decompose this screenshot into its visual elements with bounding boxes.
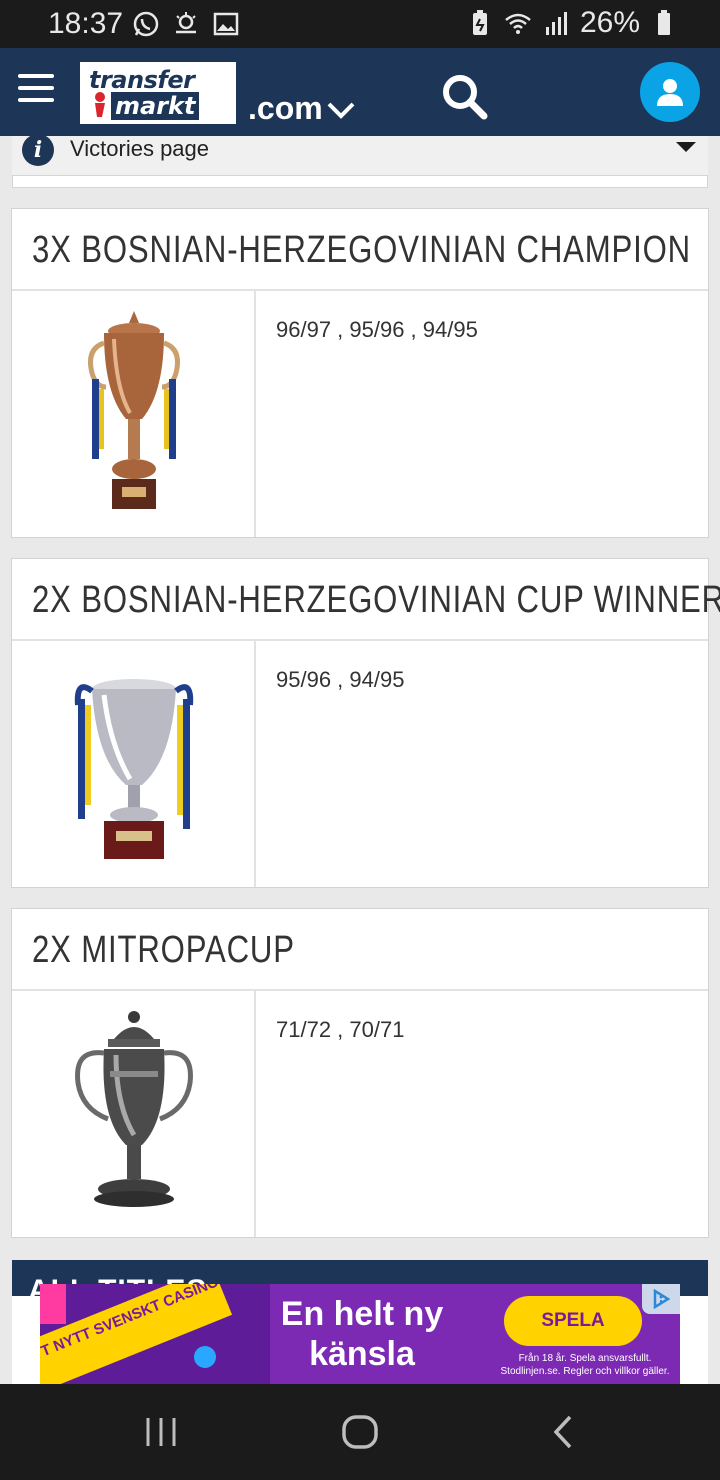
ad-ball-icon	[194, 1346, 216, 1368]
logo-text-bottom: markt	[111, 92, 200, 120]
signal-icon	[545, 12, 567, 35]
recent-apps-icon[interactable]	[144, 1416, 178, 1448]
weather-icon	[176, 12, 196, 34]
battery-saver-icon	[472, 10, 487, 35]
transfermarkt-logo[interactable]: transfer markt	[80, 62, 236, 124]
trophy-title-row: 3X BOSNIAN-HERZEGOVINIAN CHAMPION	[12, 209, 708, 291]
info-icon: i	[22, 136, 54, 166]
champion-trophy-icon	[88, 311, 180, 509]
trophy-years: 71/72 , 70/71	[276, 1017, 405, 1042]
casino-ad-banner[interactable]: ETT NYTT SVENSKT CASINO En helt ny känsl…	[40, 1284, 680, 1384]
site-header: transfer markt .com	[0, 48, 720, 136]
trophy-image-cell	[12, 291, 256, 537]
cup-trophy-icon	[74, 679, 194, 859]
victories-label: Victories page	[70, 136, 210, 161]
trophy-image-cell	[12, 991, 256, 1237]
gallery-icon	[213, 12, 239, 36]
adchoices-icon	[653, 1288, 671, 1310]
battery-icon	[658, 10, 670, 35]
trophy-card: 2X BOSNIAN-HERZEGOVINIAN CUP WINNER 95/9…	[11, 558, 720, 888]
back-icon[interactable]	[548, 1414, 578, 1450]
status-right-icons: 26%	[466, 6, 678, 40]
logo-player-icon	[95, 92, 105, 117]
whatsapp-icon	[133, 11, 159, 37]
status-bar: 18:37 26%	[0, 0, 720, 48]
trophy-title: 3X BOSNIAN-HERZEGOVINIAN CHAMPION	[32, 229, 692, 271]
menu-icon[interactable]	[18, 74, 54, 108]
ad-headline: En helt ny känsla	[280, 1295, 444, 1373]
battery-percent: 26%	[579, 6, 640, 39]
home-icon[interactable]	[340, 1414, 380, 1450]
mitropa-trophy-icon	[75, 1011, 193, 1207]
user-account-button[interactable]	[640, 62, 700, 122]
page-content: i Victories page 3X BOSNIAN-HERZEGOVINIA…	[0, 136, 720, 1384]
chevron-down-icon[interactable]	[326, 100, 356, 120]
trophy-years: 96/97 , 95/96 , 94/95	[276, 317, 478, 342]
trophy-title: 2X MITROPACUP	[32, 929, 295, 971]
victories-dropdown[interactable]: i Victories page	[12, 136, 708, 176]
status-left-icons	[132, 10, 240, 38]
ad-cta-button[interactable]: SPELA	[504, 1296, 642, 1346]
ad-fine-print: Från 18 år. Spela ansvarsfullt. Stodlinj…	[500, 1353, 670, 1377]
ad-decoration	[40, 1284, 66, 1324]
adchoices-button[interactable]	[642, 1284, 680, 1314]
domain-selector[interactable]: .com	[248, 90, 323, 127]
wifi-icon	[505, 13, 531, 34]
search-icon[interactable]	[440, 72, 488, 120]
trophy-years: 95/96 , 94/95	[276, 667, 405, 692]
victories-box-bottom	[12, 176, 708, 188]
status-time: 18:37	[48, 7, 124, 40]
trophy-title-row: 2X BOSNIAN-HERZEGOVINIAN CUP WINNER	[12, 559, 720, 641]
caret-down-icon	[676, 142, 696, 152]
trophy-card: 3X BOSNIAN-HERZEGOVINIAN CHAMPION 96/97 …	[11, 208, 709, 538]
logo-text-top: transfer	[89, 66, 195, 94]
user-icon	[657, 79, 683, 106]
trophy-card: 2X MITROPACUP 71/72 , 70/71	[11, 908, 709, 1238]
android-nav-bar	[0, 1384, 720, 1480]
trophy-image-cell	[12, 641, 256, 887]
trophy-title: 2X BOSNIAN-HERZEGOVINIAN CUP WINNER	[32, 579, 720, 621]
trophy-title-row: 2X MITROPACUP	[12, 909, 708, 991]
